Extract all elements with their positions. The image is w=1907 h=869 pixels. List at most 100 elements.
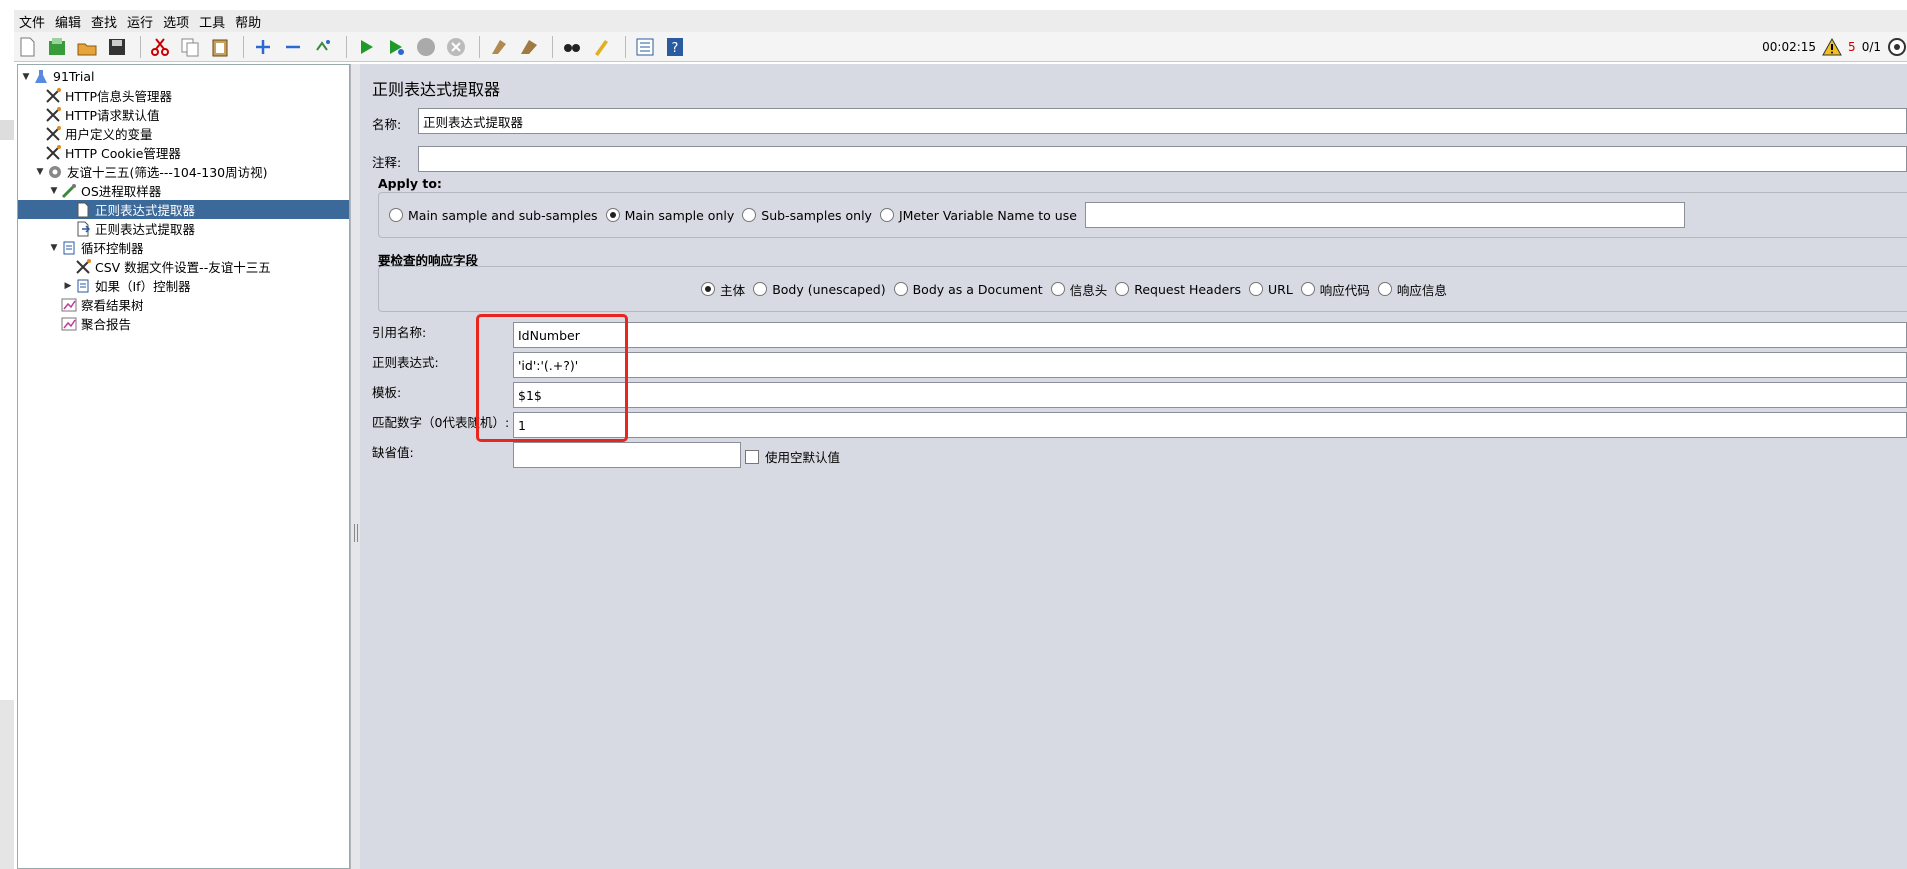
- menu-file[interactable]: 文件: [14, 12, 50, 31]
- split-pane-divider[interactable]: [350, 64, 360, 869]
- controller-icon: [60, 240, 78, 256]
- menu-search[interactable]: 查找: [86, 12, 122, 31]
- tree-node-cookie-manager[interactable]: HTTP Cookie管理器: [32, 143, 181, 162]
- match-number-field[interactable]: 1: [513, 412, 1907, 438]
- jmeter-variable-name-field[interactable]: [1084, 202, 1685, 228]
- field-body-unescaped-radio[interactable]: Body (unescaped): [753, 281, 886, 297]
- tree-node-user-variables[interactable]: 用户定义的变量: [32, 124, 153, 143]
- collapse-icon[interactable]: [280, 34, 306, 60]
- tree-node-test-plan[interactable]: ▼ 91Trial: [20, 67, 95, 86]
- field-headers-radio[interactable]: 信息头: [1050, 280, 1107, 299]
- template-field[interactable]: $1$: [513, 382, 1907, 408]
- elapsed-time: 00:02:15: [1762, 40, 1817, 54]
- radio-label: Body (unescaped): [772, 281, 886, 297]
- menu-help[interactable]: 帮助: [230, 12, 266, 31]
- clear-icon[interactable]: [486, 34, 512, 60]
- tree-node-request-defaults[interactable]: HTTP请求默认值: [32, 105, 160, 124]
- collapse-arrow-icon[interactable]: ▼: [20, 72, 32, 82]
- apply-main-and-sub-radio[interactable]: Main sample and sub-samples: [389, 208, 598, 223]
- apply-jmeter-variable-radio[interactable]: JMeter Variable Name to use: [879, 207, 1077, 223]
- tools-icon: [44, 144, 62, 161]
- radio-button[interactable]: [1115, 282, 1130, 296]
- new-icon[interactable]: [14, 34, 40, 60]
- regex-field[interactable]: 'id':'(.+?)': [513, 352, 1907, 378]
- radio-label: Main sample only: [624, 207, 735, 223]
- start-no-pause-icon[interactable]: [383, 34, 409, 60]
- tree-node-label: 循环控制器: [81, 241, 144, 256]
- menu-edit[interactable]: 编辑: [50, 12, 86, 31]
- tree-node-thread-group[interactable]: ▼ 友谊十三五(筛选---104-130周访视): [34, 162, 268, 181]
- expand-icon[interactable]: [250, 34, 276, 60]
- cut-icon[interactable]: [147, 34, 173, 60]
- reset-search-icon[interactable]: [589, 34, 615, 60]
- radio-label: JMeter Variable Name to use: [898, 207, 1077, 223]
- save-icon[interactable]: [104, 34, 130, 60]
- svg-text:?: ?: [672, 41, 679, 56]
- tree-node-csv-dataset[interactable]: CSV 数据文件设置--友谊十三五: [62, 257, 271, 276]
- checkbox[interactable]: [745, 449, 759, 464]
- help-icon[interactable]: ?: [662, 34, 688, 60]
- radio-button-selected[interactable]: [701, 282, 716, 296]
- panel-title: 正则表达式提取器: [372, 80, 501, 99]
- regex-label: 正则表达式:: [372, 355, 439, 370]
- templates-icon[interactable]: [44, 34, 70, 60]
- field-body-as-document-radio[interactable]: Body as a Document: [893, 282, 1043, 297]
- menu-run[interactable]: 运行: [122, 12, 158, 31]
- tree-node-label: 91Trial: [53, 69, 95, 84]
- open-icon[interactable]: [74, 34, 100, 60]
- tree-node-aggregate-report[interactable]: 聚合报告: [48, 314, 131, 333]
- apply-main-only-radio[interactable]: Main sample only: [605, 207, 735, 223]
- tree-node-loop-controller[interactable]: ▼ 循环控制器: [48, 238, 144, 257]
- tree-node-label: 察看结果树: [81, 298, 144, 313]
- radio-button[interactable]: [1300, 282, 1315, 296]
- radio-button[interactable]: [1377, 282, 1392, 296]
- tree-node-label: OS进程取样器: [81, 184, 162, 199]
- radio-button-selected[interactable]: [605, 208, 620, 222]
- field-response-code-radio[interactable]: 响应代码: [1300, 280, 1370, 299]
- name-field[interactable]: 正则表达式提取器: [418, 108, 1907, 134]
- copy-icon[interactable]: [177, 34, 203, 60]
- field-body-radio[interactable]: 主体: [701, 280, 745, 299]
- menu-options[interactable]: 选项: [158, 12, 194, 31]
- collapse-arrow-icon[interactable]: ▼: [34, 167, 46, 177]
- test-plan-tree: ▼ 91Trial HTTP信息头管理器 HTTP请求默认值 用户定义的变量 HT…: [17, 64, 350, 869]
- radio-button[interactable]: [879, 208, 894, 222]
- tree-node-regex-extractor[interactable]: 正则表达式提取器: [62, 219, 195, 238]
- tree-node-os-sampler[interactable]: ▼ OS进程取样器: [48, 181, 161, 200]
- gear-icon: [46, 164, 64, 180]
- collapse-arrow-icon[interactable]: ▼: [48, 186, 60, 196]
- collapse-arrow-icon[interactable]: ▼: [48, 243, 60, 253]
- paste-icon[interactable]: [207, 34, 233, 60]
- warning-icon[interactable]: [1822, 38, 1842, 56]
- comment-field[interactable]: [418, 146, 1907, 172]
- clear-all-icon[interactable]: [516, 34, 542, 60]
- stop-icon[interactable]: [413, 34, 439, 60]
- radio-button[interactable]: [1248, 282, 1263, 296]
- search-icon[interactable]: [559, 34, 585, 60]
- radio-button[interactable]: [742, 208, 757, 222]
- field-response-message-radio[interactable]: 响应信息: [1377, 280, 1447, 299]
- reference-name-field[interactable]: IdNumber: [513, 322, 1907, 348]
- expand-arrow-icon[interactable]: ▶: [62, 281, 74, 291]
- radio-button[interactable]: [893, 282, 908, 296]
- shutdown-icon[interactable]: [443, 34, 469, 60]
- tree-node-header-manager[interactable]: HTTP信息头管理器: [32, 86, 172, 105]
- toolbar: ? 00:02:15 5 0/1: [14, 32, 1907, 62]
- menu-tools[interactable]: 工具: [194, 12, 230, 31]
- field-request-headers-radio[interactable]: Request Headers: [1115, 282, 1241, 297]
- radio-button[interactable]: [1050, 282, 1065, 296]
- toggle-icon[interactable]: [310, 34, 336, 60]
- default-value-field[interactable]: [513, 442, 741, 468]
- comment-label: 注释:: [372, 155, 402, 170]
- radio-button[interactable]: [389, 208, 403, 222]
- tree-node-if-controller[interactable]: ▶ 如果（If）控制器: [62, 276, 191, 295]
- radio-button[interactable]: [753, 282, 768, 296]
- radio-label: Main sample and sub-samples: [408, 207, 598, 223]
- field-url-radio[interactable]: URL: [1248, 282, 1293, 297]
- tree-node-regex-extractor-selected[interactable]: 正则表达式提取器: [18, 200, 349, 219]
- function-helper-icon[interactable]: [632, 34, 658, 60]
- tree-node-results-tree[interactable]: 察看结果树: [48, 295, 144, 314]
- start-icon[interactable]: [353, 34, 379, 60]
- use-empty-default-checkbox[interactable]: 使用空默认值: [745, 447, 840, 466]
- apply-sub-only-radio[interactable]: Sub-samples only: [742, 208, 872, 223]
